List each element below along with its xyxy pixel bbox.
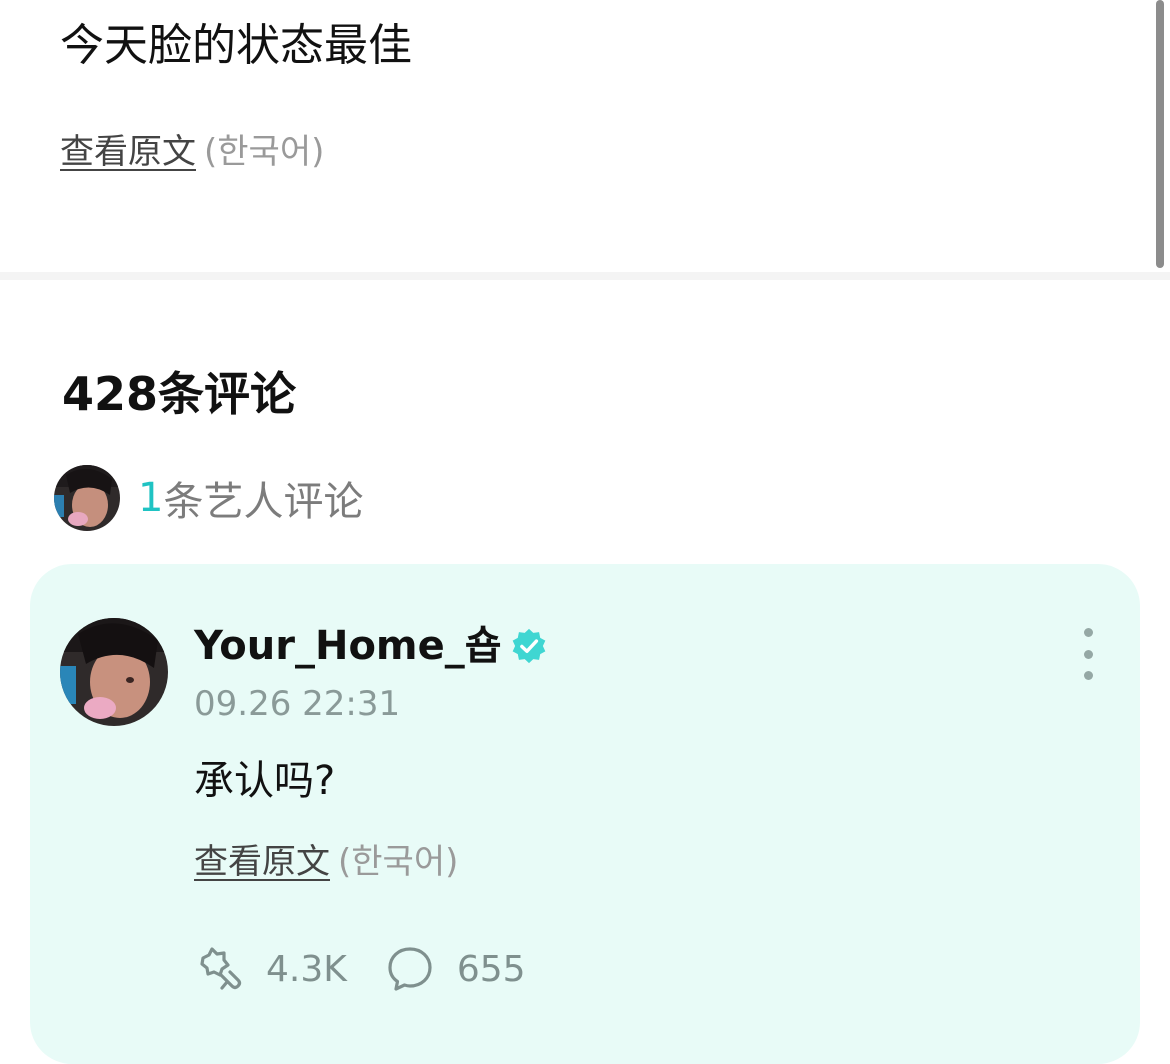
artist-avatar bbox=[54, 465, 120, 531]
original-language-label: (한국어) bbox=[338, 842, 459, 882]
username-text: Your_Home_숍 bbox=[194, 623, 502, 669]
username[interactable]: Your_Home_숍 bbox=[194, 620, 548, 672]
verified-badge-icon bbox=[512, 628, 545, 664]
dot bbox=[1083, 671, 1093, 680]
reply-button[interactable]: 655 bbox=[385, 944, 526, 994]
speech-bubble-icon bbox=[388, 947, 432, 991]
artist-comments-filter[interactable]: 1 条艺人评论 bbox=[54, 464, 363, 532]
view-original-link[interactable]: 查看原文 bbox=[60, 132, 196, 172]
comments-count-title: 428条评论 bbox=[62, 367, 297, 421]
dot bbox=[1083, 649, 1093, 659]
view-original-link[interactable]: 查看原文 bbox=[194, 842, 330, 882]
artist-comment-card: Your_Home_숍 09.26 22:31 承认吗? 查看原文 (한국어) 4… bbox=[30, 564, 1140, 1064]
cheer-icon bbox=[200, 947, 242, 990]
comment-text: 承认吗? bbox=[194, 758, 336, 804]
artist-comment-label: 条艺人评论 bbox=[163, 479, 364, 525]
original-language-label: (한국어) bbox=[204, 132, 325, 172]
scrollbar[interactable] bbox=[1156, 0, 1164, 268]
dot bbox=[1083, 628, 1093, 637]
comment-translation-row: 查看原文 (한국어) bbox=[194, 840, 458, 884]
post-translation-row: 查看原文 (한국어) bbox=[60, 130, 324, 174]
like-count: 4.3K bbox=[266, 948, 347, 990]
user-avatar[interactable] bbox=[60, 618, 168, 726]
comment-actions: 4.3K 655 bbox=[194, 944, 526, 994]
artist-comment-count: 1 bbox=[138, 475, 164, 521]
like-button[interactable]: 4.3K bbox=[194, 944, 347, 994]
section-divider bbox=[0, 272, 1170, 280]
comment-timestamp: 09.26 22:31 bbox=[194, 684, 401, 724]
post-text: 今天脸的状态最佳 bbox=[60, 20, 412, 71]
reply-count: 655 bbox=[456, 948, 526, 990]
more-options-button[interactable] bbox=[1076, 628, 1100, 680]
